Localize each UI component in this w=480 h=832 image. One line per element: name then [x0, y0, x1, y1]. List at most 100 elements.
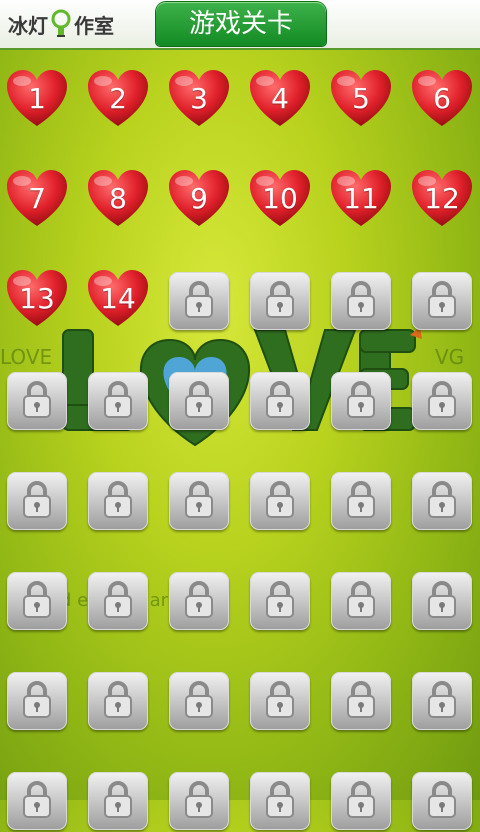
lock-tile	[250, 372, 310, 430]
lock-icon	[266, 481, 294, 518]
lock-tile	[88, 772, 148, 830]
locked-level-tile[interactable]	[410, 668, 474, 732]
level-number: 1	[28, 82, 46, 115]
locked-level-tile[interactable]	[86, 468, 150, 532]
lock-icon	[104, 781, 132, 818]
locked-level-tile[interactable]	[329, 568, 393, 632]
level-heart-button[interactable]: 12	[410, 168, 474, 232]
level-heart-button[interactable]: 4	[248, 68, 312, 132]
lock-tile	[331, 672, 391, 730]
lock-icon	[347, 681, 375, 718]
lock-tile	[7, 572, 67, 630]
lock-tile	[250, 472, 310, 530]
lock-tile	[412, 272, 472, 330]
level-heart-button[interactable]: 7	[5, 168, 69, 232]
locked-level-tile[interactable]	[248, 368, 312, 432]
level-heart-button[interactable]: 3	[167, 68, 231, 132]
lock-tile	[331, 772, 391, 830]
level-heart-button[interactable]: 13	[5, 268, 69, 332]
level-heart-button[interactable]: 14	[86, 268, 150, 332]
level-heart-button[interactable]: 10	[248, 168, 312, 232]
locked-level-tile[interactable]	[329, 468, 393, 532]
locked-level-tile[interactable]	[86, 368, 150, 432]
level-number: 14	[100, 282, 136, 315]
lock-icon	[185, 381, 213, 418]
locked-level-tile[interactable]	[5, 568, 69, 632]
lock-icon	[104, 381, 132, 418]
locked-level-tile[interactable]	[86, 568, 150, 632]
lock-tile	[250, 772, 310, 830]
locked-level-tile[interactable]	[248, 468, 312, 532]
locked-level-tile[interactable]	[329, 368, 393, 432]
locked-level-tile[interactable]	[410, 268, 474, 332]
lock-tile	[169, 672, 229, 730]
lock-tile	[7, 772, 67, 830]
locked-level-tile[interactable]	[86, 668, 150, 732]
lock-tile	[331, 472, 391, 530]
lock-icon	[428, 781, 456, 818]
locked-level-tile[interactable]	[5, 368, 69, 432]
lock-icon	[347, 281, 375, 318]
level-number: 7	[28, 182, 46, 215]
level-number: 13	[19, 282, 55, 315]
lock-icon	[428, 481, 456, 518]
locked-level-tile[interactable]	[329, 668, 393, 732]
locked-level-tile[interactable]	[248, 668, 312, 732]
lock-icon	[185, 481, 213, 518]
brand-text-1: 冰灯	[8, 13, 48, 38]
lock-tile	[169, 372, 229, 430]
lock-tile	[169, 772, 229, 830]
locked-level-tile[interactable]	[248, 568, 312, 632]
lock-icon	[185, 681, 213, 718]
locked-level-tile[interactable]	[167, 568, 231, 632]
level-number: 10	[262, 182, 298, 215]
lock-tile	[169, 472, 229, 530]
lock-tile	[88, 472, 148, 530]
lock-tile	[88, 672, 148, 730]
lightbulb-icon	[51, 9, 71, 37]
lock-icon	[23, 581, 51, 618]
locked-level-tile[interactable]	[167, 668, 231, 732]
level-heart-button[interactable]: 5	[329, 68, 393, 132]
level-heart-button[interactable]: 8	[86, 168, 150, 232]
lock-icon	[347, 581, 375, 618]
locked-level-tile[interactable]	[167, 468, 231, 532]
locked-level-tile[interactable]	[5, 768, 69, 832]
level-heart-button[interactable]: 2	[86, 68, 150, 132]
locked-level-tile[interactable]	[329, 268, 393, 332]
locked-level-tile[interactable]	[410, 468, 474, 532]
locked-level-tile[interactable]	[167, 368, 231, 432]
locked-level-tile[interactable]	[167, 768, 231, 832]
lock-tile	[88, 572, 148, 630]
lock-tile	[250, 672, 310, 730]
locked-level-tile[interactable]	[329, 768, 393, 832]
lock-icon	[23, 681, 51, 718]
lock-icon	[185, 581, 213, 618]
level-number: 12	[424, 182, 460, 215]
lock-icon	[266, 681, 294, 718]
locked-level-tile[interactable]	[5, 468, 69, 532]
locked-level-tile[interactable]	[167, 268, 231, 332]
page-title: 游戏关卡	[156, 2, 326, 46]
level-heart-button[interactable]: 1	[5, 68, 69, 132]
locked-level-tile[interactable]	[410, 368, 474, 432]
lock-tile	[7, 672, 67, 730]
lock-tile	[331, 272, 391, 330]
level-number: 3	[190, 82, 208, 115]
lock-tile	[331, 372, 391, 430]
level-heart-button[interactable]: 9	[167, 168, 231, 232]
lock-tile	[331, 572, 391, 630]
level-grid: 1 2 3 4 5 6 7 8 9 10 11 12 13 14	[0, 68, 480, 830]
lock-icon	[266, 581, 294, 618]
level-heart-button[interactable]: 11	[329, 168, 393, 232]
locked-level-tile[interactable]	[248, 268, 312, 332]
locked-level-tile[interactable]	[248, 768, 312, 832]
lock-icon	[266, 781, 294, 818]
locked-level-tile[interactable]	[410, 768, 474, 832]
level-number: 8	[109, 182, 127, 215]
level-heart-button[interactable]: 6	[410, 68, 474, 132]
locked-level-tile[interactable]	[86, 768, 150, 832]
locked-level-tile[interactable]	[5, 668, 69, 732]
lock-icon	[428, 381, 456, 418]
locked-level-tile[interactable]	[410, 568, 474, 632]
